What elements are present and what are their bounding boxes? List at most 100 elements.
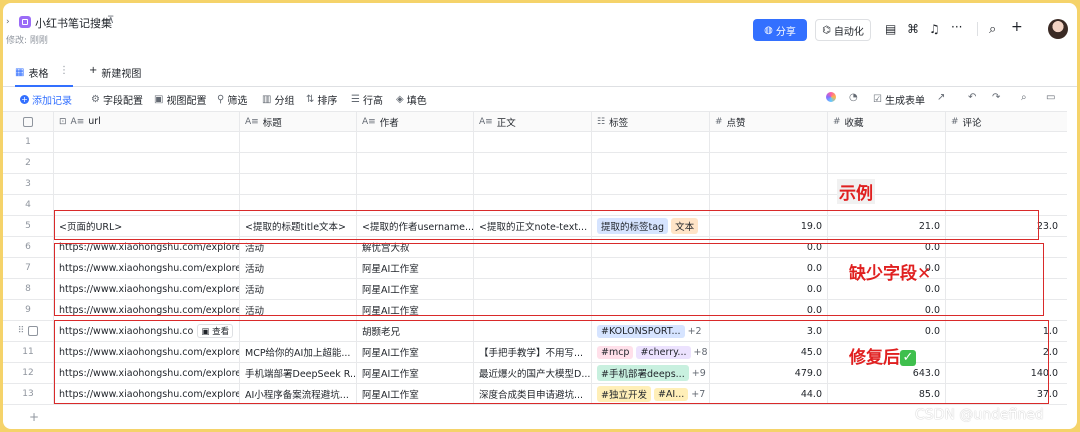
comment-icon[interactable]: ▭ (1046, 92, 1055, 103)
watermark: CSDN @undefined (915, 407, 1044, 423)
column-header-url[interactable]: ⊡ A≡ url (53, 112, 239, 131)
template-icon[interactable]: ▤ (885, 22, 896, 36)
history-icon[interactable]: ◔ (849, 92, 858, 103)
sort-button[interactable]: ⇅ 排序 (306, 92, 337, 107)
row-number[interactable]: 4 (3, 195, 53, 215)
column-header-body[interactable]: A≡ 正文 (473, 112, 591, 131)
row-number[interactable]: 3 (3, 174, 53, 194)
gear-icon: ⚙ (91, 94, 100, 105)
share-button[interactable]: ◍ 分享 (753, 19, 807, 41)
add-row-icon[interactable]: + (29, 410, 39, 424)
cell-body[interactable] (473, 174, 591, 194)
view-config-button[interactable]: ▣ 视图配置 (154, 92, 206, 107)
cell-likes[interactable] (709, 174, 827, 194)
cell-body[interactable] (473, 132, 591, 152)
row-number[interactable]: 8 (3, 279, 53, 299)
cell-tags[interactable] (591, 132, 709, 152)
tab-table[interactable]: ▦ 表格 (15, 65, 48, 80)
select-all-cell[interactable] (3, 112, 53, 131)
filter-button[interactable]: ⚲ 筛选 (217, 92, 247, 107)
table-row[interactable]: 3 (3, 174, 1067, 195)
bell-icon[interactable]: ♫ (929, 22, 940, 36)
row-height-label: 行高 (362, 96, 383, 107)
fill-label: 填色 (406, 96, 427, 107)
cell-url[interactable] (53, 132, 239, 152)
cell-title[interactable] (239, 174, 356, 194)
view-config-icon: ▣ (154, 94, 164, 105)
new-view-button[interactable]: + 新建视图 (89, 65, 141, 80)
row-number[interactable]: 6 (3, 237, 53, 257)
pin-icon[interactable]: ⊼ (107, 15, 114, 26)
document-title[interactable]: 小红书笔记搜集 (35, 15, 112, 31)
automation-button[interactable]: ⌬ 自动化 (815, 19, 871, 41)
row-number[interactable]: ⠿ (3, 321, 53, 341)
add-record-button[interactable]: + 添加记录 (20, 92, 72, 107)
cell-author[interactable] (356, 132, 473, 152)
top-header: › 小红书笔记搜集 ⊼ 修改: 刚刚 ◍ 分享 ⌬ 自动化 ▤ ⌘ ♫ ··· … (3, 3, 1077, 55)
undo-icon[interactable]: ↶ (968, 92, 976, 103)
search-records-icon[interactable]: ⌕ (1021, 92, 1027, 103)
row-height-button[interactable]: ☰ 行高 (351, 92, 383, 107)
share-view-icon[interactable]: ↗ (937, 92, 945, 103)
cell-body[interactable] (473, 153, 591, 173)
column-header-title[interactable]: A≡ 标题 (239, 112, 356, 131)
table-row[interactable]: 1 (3, 132, 1067, 153)
ai-icon[interactable] (826, 92, 836, 102)
column-header-author[interactable]: A≡ 作者 (356, 112, 473, 131)
add-icon[interactable]: + (1011, 19, 1023, 35)
plus-icon: + (89, 65, 98, 76)
cell-comments[interactable] (945, 132, 1063, 152)
cell-title[interactable] (239, 153, 356, 173)
cell-title[interactable] (239, 132, 356, 152)
cell-likes[interactable] (709, 132, 827, 152)
table-row[interactable]: 2 (3, 153, 1067, 174)
cell-comments[interactable] (945, 174, 1063, 194)
column-label: 点赞 (726, 117, 746, 129)
cell-tags[interactable] (591, 174, 709, 194)
cell-tags[interactable] (591, 153, 709, 173)
check-mark-icon: ✓ (900, 350, 916, 366)
row-number[interactable]: 7 (3, 258, 53, 278)
back-chevron-icon[interactable]: › (6, 17, 10, 27)
column-header-comments[interactable]: # 评论 (945, 112, 1063, 131)
cell-author[interactable] (356, 153, 473, 173)
redo-icon[interactable]: ↷ (992, 92, 1000, 103)
search-icon[interactable]: ⌕ (989, 22, 996, 37)
cell-collects[interactable] (827, 132, 945, 152)
column-header-collects[interactable]: # 收藏 (827, 112, 945, 131)
row-checkbox[interactable] (28, 326, 39, 336)
column-header-likes[interactable]: # 点赞 (709, 112, 827, 131)
cell-url[interactable] (53, 153, 239, 173)
group-button[interactable]: ▥ 分组 (262, 92, 294, 107)
tab-more-icon[interactable]: ⋮ (59, 65, 69, 76)
row-number[interactable]: 5 (3, 216, 53, 236)
field-config-button[interactable]: ⚙ 字段配置 (91, 92, 143, 107)
row-number[interactable]: 2 (3, 153, 53, 173)
view-tabs: ▦ 表格 ⋮ + 新建视图 (3, 57, 1077, 87)
drag-handle-icon[interactable]: ⠿ (18, 326, 25, 336)
cell-author[interactable] (356, 174, 473, 194)
sort-label: 排序 (317, 96, 338, 107)
column-header-tags[interactable]: ☷ 标签 (591, 112, 709, 131)
row-number[interactable]: 13 (3, 384, 53, 404)
number-field-icon: # (833, 116, 841, 127)
plugin-icon[interactable]: ⌘ (907, 22, 919, 36)
view-config-label: 视图配置 (166, 96, 207, 107)
row-number[interactable]: 11 (3, 342, 53, 362)
cell-text: 23.0 (1036, 220, 1058, 232)
cell-likes[interactable] (709, 153, 827, 173)
generate-form-button[interactable]: ☑ 生成表单 (873, 92, 925, 107)
number-field-icon: # (715, 116, 723, 127)
cell-url[interactable] (53, 174, 239, 194)
avatar[interactable] (1048, 19, 1068, 39)
row-number[interactable]: 1 (3, 132, 53, 152)
cell-collects[interactable] (827, 153, 945, 173)
select-all-checkbox[interactable] (23, 116, 33, 127)
cell-comments[interactable] (945, 153, 1063, 173)
more-icon[interactable]: ··· (951, 20, 962, 34)
row-number[interactable]: 12 (3, 363, 53, 383)
fill-color-button[interactable]: ◈ 填色 (396, 92, 427, 107)
field-config-label: 字段配置 (102, 96, 143, 107)
row-number[interactable]: 9 (3, 300, 53, 320)
last-modified: 修改: 刚刚 (6, 36, 48, 46)
